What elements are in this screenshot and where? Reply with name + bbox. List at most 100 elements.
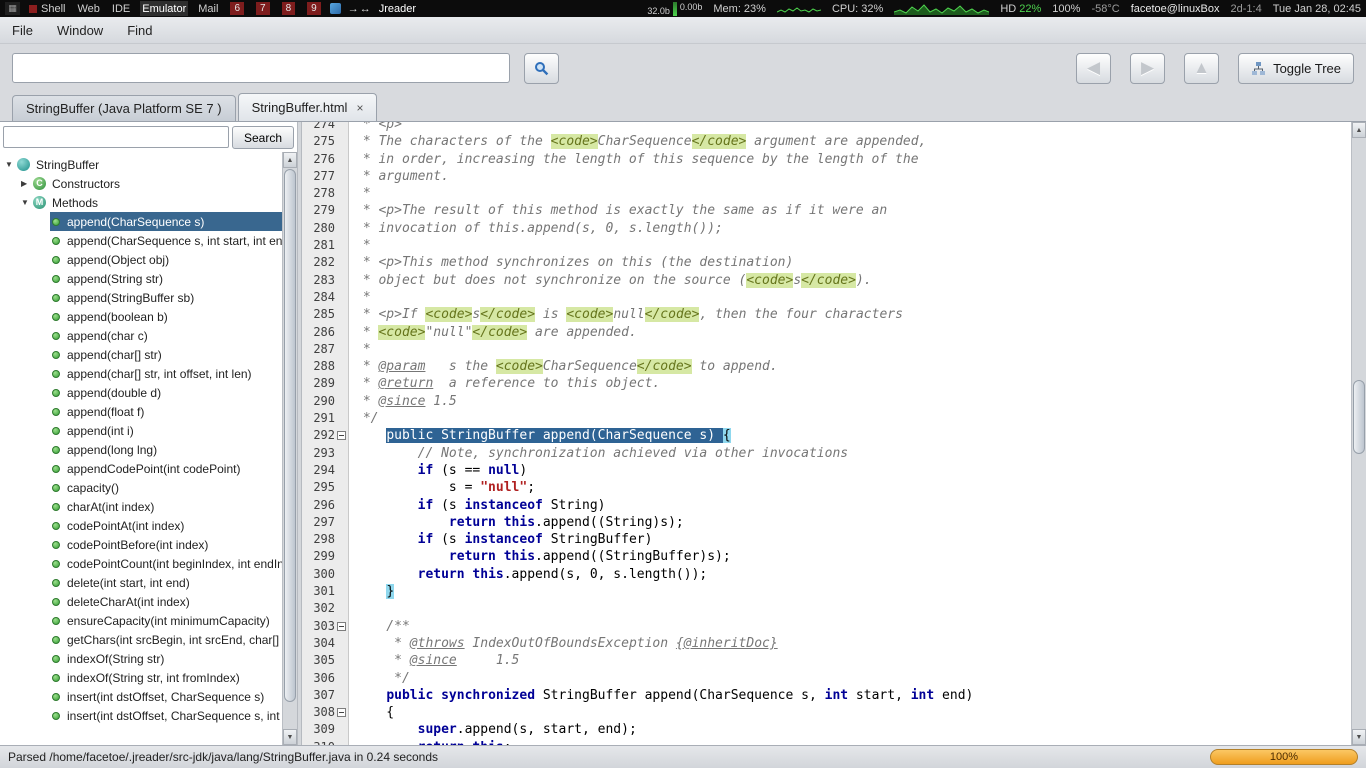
sidebar-scrollbar[interactable]: ▲ ▼: [282, 152, 297, 745]
method-icon: [52, 255, 60, 264]
line-number: 277: [302, 167, 335, 186]
fold-marker-icon[interactable]: [337, 431, 346, 441]
scrollbar-thumb[interactable]: [1353, 380, 1365, 455]
tree-item-method[interactable]: ensureCapacity(int minimumCapacity): [0, 611, 282, 630]
workspace-8[interactable]: 8: [280, 1, 298, 16]
tree-item-method[interactable]: append(String str): [0, 269, 282, 288]
workspace-6[interactable]: 6: [228, 1, 246, 16]
uptime-value: 2d-1:4: [1230, 2, 1262, 15]
tree-item-method[interactable]: append(char[] str, int offset, int len): [0, 364, 282, 383]
tree-item-method[interactable]: append(CharSequence s, int start, int en…: [0, 231, 282, 250]
tree-item-method[interactable]: codePointCount(int beginIndex, int endIn…: [0, 554, 282, 573]
tree-item-method[interactable]: append(Object obj): [0, 250, 282, 269]
tree-item-method[interactable]: insert(int dstOffset, CharSequence s): [0, 687, 282, 706]
code-row: 286 * <code>"null"</code> are appended.: [302, 323, 1351, 341]
tree-item-method[interactable]: insert(int dstOffset, CharSequence s, in…: [0, 706, 282, 725]
line-number: 307: [302, 686, 335, 705]
tree-item-method[interactable]: append(boolean b): [0, 307, 282, 326]
status-message: Parsed /home/facetoe/.jreader/src-jdk/ja…: [8, 750, 439, 764]
sidebar: Search ▼ StringBuffer ▶ C Constructors ▼ M Meth…: [0, 122, 297, 745]
toggle-tree-label: Toggle Tree: [1273, 60, 1341, 76]
tab-close-icon[interactable]: ×: [356, 102, 363, 114]
tree-item-method[interactable]: append(char c): [0, 326, 282, 345]
workspace-emulator[interactable]: Emulator: [140, 1, 189, 16]
tree-item-method[interactable]: append(CharSequence s): [0, 212, 282, 231]
fold-marker-icon[interactable]: [337, 708, 346, 718]
tree-item-method[interactable]: codePointBefore(int index): [0, 535, 282, 554]
hd-value: 22%: [1019, 2, 1042, 15]
code-line: * <p>This method synchronizes on this (t…: [355, 255, 794, 271]
line-number: 309: [302, 721, 335, 739]
code-row: 308 {: [302, 704, 1351, 722]
menu-find[interactable]: Find: [127, 23, 152, 38]
address-input[interactable]: [12, 53, 510, 83]
tab-label: StringBuffer.html: [251, 100, 348, 115]
tree-item-method[interactable]: charAt(int index): [0, 497, 282, 516]
scroll-down-icon[interactable]: ▼: [1352, 729, 1366, 745]
scrollbar-thumb[interactable]: [284, 169, 296, 702]
workspace-9[interactable]: 9: [305, 1, 323, 16]
back-button[interactable]: ◀: [1076, 52, 1112, 84]
tree-item-method[interactable]: deleteCharAt(int index): [0, 592, 282, 611]
tree-search-input[interactable]: [3, 126, 229, 148]
tree-item-method[interactable]: capacity(): [0, 478, 282, 497]
workspace-web[interactable]: Web: [75, 1, 101, 16]
collapse-arrow-icon[interactable]: ▼: [5, 160, 17, 169]
tree-item-method[interactable]: indexOf(String str, int fromIndex): [0, 668, 282, 687]
menu-file[interactable]: File: [12, 23, 33, 38]
tree-item-method[interactable]: codePointAt(int index): [0, 516, 282, 535]
workspace-mail[interactable]: Mail: [196, 1, 220, 16]
workspace-shell[interactable]: Shell: [27, 1, 67, 16]
line-number: 281: [302, 237, 335, 255]
code-view[interactable]: 274 * <p> 275 * The characters of the <co…: [302, 122, 1351, 745]
tree-item-method[interactable]: append(float f): [0, 402, 282, 421]
fold-marker-icon[interactable]: [337, 621, 346, 631]
tree-search-button[interactable]: Search: [232, 126, 294, 149]
scroll-up-icon[interactable]: ▲: [1352, 122, 1366, 138]
expand-arrow-icon[interactable]: ▶: [21, 179, 33, 188]
panel-menu-icon[interactable]: ▦: [5, 2, 20, 15]
tab-stringbuffer-html[interactable]: StringBuffer.html ×: [237, 93, 378, 121]
method-icon: [52, 312, 60, 321]
method-icon: [52, 217, 60, 226]
tree-item-class[interactable]: ▼ StringBuffer: [0, 155, 282, 174]
code-line: * @throws IndexOutOfBoundsException {@in…: [355, 635, 778, 651]
tree-item-label: deleteCharAt(int index): [67, 594, 190, 609]
workspace-ide[interactable]: IDE: [110, 1, 132, 16]
tree-item-method[interactable]: append(char[] str): [0, 345, 282, 364]
tree-item-method[interactable]: appendCodePoint(int codePoint): [0, 459, 282, 478]
collapse-arrow-icon[interactable]: ▼: [21, 198, 33, 207]
tab-stringbuffer-javadoc[interactable]: StringBuffer (Java Platform SE 7 ): [12, 95, 236, 121]
tree-item-label: charAt(int index): [67, 499, 155, 514]
menu-window[interactable]: Window: [57, 23, 103, 38]
tree-item-method[interactable]: append(double d): [0, 383, 282, 402]
tree-item-method[interactable]: delete(int start, int end): [0, 573, 282, 592]
line-number: 276: [302, 150, 335, 168]
scrollbar-track[interactable]: [1352, 138, 1366, 729]
code-line: return this.append((String)s);: [448, 514, 684, 530]
code-row: 301 }: [302, 583, 1351, 601]
tree-item-label: insert(int dstOffset, CharSequence s, in…: [67, 708, 282, 723]
tree-item-methods[interactable]: ▼ M Methods: [0, 193, 282, 212]
tree-item-method[interactable]: indexOf(String str): [0, 649, 282, 668]
tree-item-method[interactable]: append(int i): [0, 421, 282, 440]
scrollbar-track[interactable]: [283, 168, 297, 729]
code-row: 282 * <p>This method synchronizes on thi…: [302, 254, 1351, 272]
tree-item-method[interactable]: getChars(int srcBegin, int srcEnd, char[…: [0, 630, 282, 649]
editor-scrollbar[interactable]: ▲ ▼: [1351, 122, 1366, 745]
home-button[interactable]: ▲: [1184, 52, 1220, 84]
scroll-up-icon[interactable]: ▲: [283, 152, 297, 168]
workspace-7[interactable]: 7: [254, 1, 272, 16]
class-icon: [17, 158, 30, 171]
method-icon: [52, 635, 60, 644]
tree-item-constructors[interactable]: ▶ C Constructors: [0, 174, 282, 193]
toggle-tree-button[interactable]: Toggle Tree: [1238, 52, 1354, 84]
code-row: 307 public synchronized StringBuffer app…: [302, 686, 1351, 705]
search-button[interactable]: [524, 52, 559, 84]
forward-button[interactable]: ▶: [1130, 52, 1166, 84]
tree-item-method[interactable]: append(StringBuffer sb): [0, 288, 282, 307]
screen: ▦ Shell Web IDE Emulator Mail 6 7 8 9 →↔ Jreader…: [0, 0, 1366, 768]
tree-item-method[interactable]: append(long lng): [0, 440, 282, 459]
scroll-down-icon[interactable]: ▼: [283, 729, 297, 745]
